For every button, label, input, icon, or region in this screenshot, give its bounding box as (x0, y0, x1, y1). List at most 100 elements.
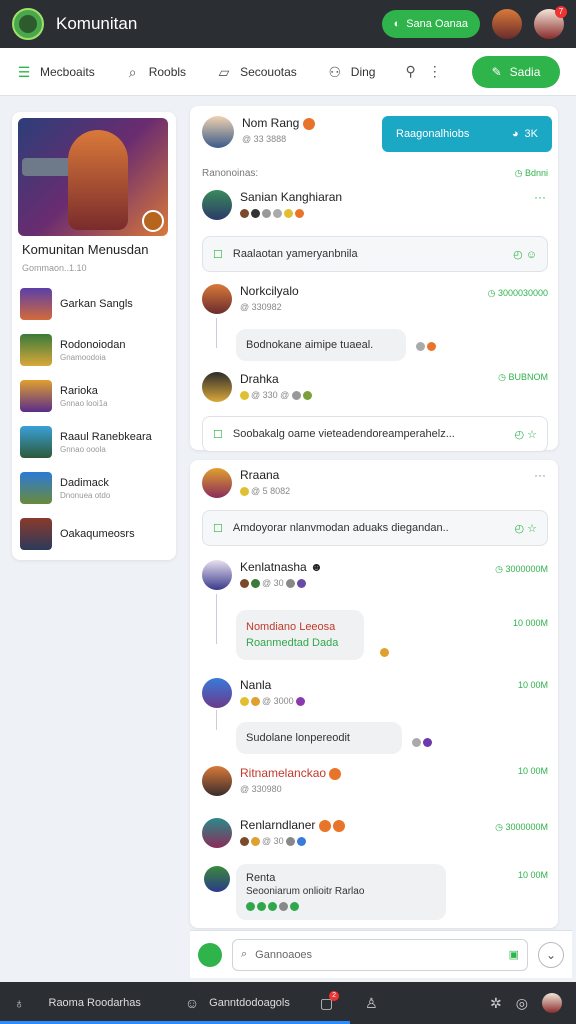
post-preview-box[interactable]: ☐ Soobakalg oame vieteadendoreamperahelz… (202, 416, 548, 452)
commenter-meta-text: @ 330980 (240, 784, 282, 794)
chat-icon: ♁ (14, 995, 25, 1011)
more-icon[interactable]: ··· (534, 190, 546, 204)
checkbox-icon: ☐ (213, 248, 223, 261)
toolbar: ☰ Mecboaits ⌕ Roobls ▱ Secouotas ⚇ Ding … (0, 48, 576, 96)
post-preview-text: Raalaotan yameryanbnila (232, 248, 358, 260)
create-button-label: Sadia (509, 64, 541, 79)
comment-bubble[interactable]: Renta Seooniarum onlioitr Rarlao (236, 864, 446, 920)
toolbar-item-menu[interactable]: ☰ Mecboaits (16, 64, 95, 80)
toolbar-item-search[interactable]: ⌕ Roobls (125, 64, 186, 80)
commenter-avatar[interactable] (202, 284, 232, 314)
toolbar-item-label: Ding (350, 64, 376, 79)
community-banner-image[interactable] (18, 118, 168, 236)
section-tag-label: Bdnni (524, 168, 548, 178)
commenter-avatar[interactable] (202, 190, 232, 220)
time-tag: ◷ 3000000M (495, 564, 548, 574)
menu-icon: ☰ (17, 63, 31, 80)
share-icon: ◴ ☺ (513, 248, 537, 261)
author-name[interactable]: Rraana (240, 468, 290, 482)
sidebar-item-thumbnail (20, 426, 52, 458)
commenter-avatar[interactable] (202, 560, 232, 590)
sidebar-item-sub: Gnamoodoia (60, 352, 106, 362)
post-preview-box[interactable]: ☐ Raalaotan yameryanbnila ◴ ☺ (202, 236, 548, 272)
commenter-meta-text: @ 3000 (262, 696, 294, 706)
compass-icon[interactable]: ◎ (516, 995, 528, 1012)
commenter-meta: @ 330 @ (240, 390, 314, 401)
sidebar-item[interactable]: Oakaqumeosrs (12, 511, 176, 557)
more-icon[interactable]: ⋮ (428, 63, 442, 80)
commenter-avatar[interactable] (202, 678, 232, 708)
app-logo[interactable] (12, 8, 44, 40)
sidebar-item-sub: Dnonuea otdo (60, 490, 111, 500)
composer-avatar[interactable] (198, 942, 222, 967)
comment-bubble[interactable]: Sudolane lonpereodit (236, 722, 402, 754)
top-bar: Komunitan ◐ Sana Oanaa 7 (0, 0, 576, 48)
gif-icon[interactable]: ▣ (509, 948, 519, 961)
section-tag[interactable]: ◷ Bdnni (515, 168, 548, 179)
commenter-avatar[interactable] (202, 372, 232, 402)
commenter-name[interactable]: Sanian Kanghiaran (240, 190, 342, 204)
comment-bubble[interactable]: Bodnokane aimipe tuaeal. (236, 329, 406, 361)
comment-text: Bodnokane aimipe tuaeal. (246, 339, 374, 351)
share-icon: ◴ ☆ (514, 428, 537, 441)
commenter-name[interactable]: Kenlatnasha (240, 560, 307, 574)
toolbar-item-people[interactable]: ⚇ Ding (327, 64, 376, 80)
commenter-name[interactable]: Ritnamelanckao (240, 766, 326, 780)
emoji-icon: ☻ (310, 560, 323, 574)
sidebar-item-sub: Gnnao looi1a (60, 398, 108, 408)
mic-icon[interactable]: ⌄ (538, 941, 564, 968)
commenter-name[interactable]: Nanla (240, 678, 307, 692)
notification-badge: 7 (555, 6, 567, 18)
user-avatar[interactable]: 7 (534, 6, 567, 39)
commenter-avatar[interactable] (202, 818, 232, 848)
verified-badge-icon (302, 117, 315, 130)
comment-input[interactable]: ⌕ Gannoaoes ▣ (232, 938, 528, 971)
toolbar-item-label: Roobls (148, 64, 187, 79)
sidebar-item[interactable]: Garkan Sangls (12, 281, 176, 327)
sidebar-item-thumbnail (20, 518, 52, 550)
commenter-name[interactable]: Drahka (240, 372, 314, 386)
community-subtitle: Gommaon..1.10 (22, 263, 87, 273)
search-icon: ⌕ (128, 63, 137, 80)
search-icon: ⌕ (241, 948, 248, 960)
section-label: Ranonoinas: (202, 168, 259, 179)
author-avatar[interactable] (202, 468, 232, 498)
post-card: Rraana @ 5 8082 ··· ☐ Amdoyorar nlanvmod… (190, 460, 558, 928)
sidebar-item[interactable]: Raaul Ranebkeara Gnnao ooola (12, 419, 176, 465)
bottom-bar: ♁ Raoma Roodarhas ☺ Ganntdodoagols ▢ 2 ♙ … (0, 982, 576, 1024)
sidebar-item[interactable]: Rodonoiodan Gnamoodoia (12, 327, 176, 373)
sidebar-item[interactable]: Dadimack Dnonuea otdo (12, 465, 176, 511)
clock-icon: ◷ (514, 168, 525, 178)
create-button[interactable]: ✎ Sadia (472, 55, 560, 88)
user-avatar[interactable] (542, 993, 562, 1013)
profile-avatar[interactable] (492, 9, 522, 39)
reactions-banner[interactable]: Raagonalhiobs ◕ 3K (382, 116, 552, 152)
pin-icon[interactable]: ⚲ (405, 63, 415, 80)
author-avatar[interactable] (202, 116, 234, 148)
more-icon[interactable]: ··· (534, 468, 546, 482)
comment-line-1: Renta (246, 871, 276, 884)
inbox-icon[interactable]: ▢ 2 (320, 990, 340, 1012)
comment-input-placeholder: Gannoaoes (255, 948, 313, 961)
bottom-item-middle[interactable]: ☺ Ganntdodoagols (185, 995, 290, 1011)
status-pill-button[interactable]: ◐ Sana Oanaa (381, 10, 480, 38)
commenter-avatar[interactable] (202, 766, 232, 796)
toolbar-item-bag[interactable]: ▱ Secouotas (216, 64, 297, 80)
reaction-icons (412, 734, 434, 752)
commenter-name[interactable]: Norkcilyalo (240, 284, 299, 298)
reply-avatar[interactable] (204, 866, 230, 892)
author-name[interactable]: Nom Rang (242, 116, 299, 130)
commenter-name[interactable]: Renlarndlaner (240, 818, 315, 832)
bottom-item-left[interactable]: ♁ Raoma Roodarhas (14, 995, 141, 1011)
timestamp: 10 00M (517, 870, 548, 880)
commenter-meta-text: @ 30 (262, 836, 284, 846)
sidebar-item-label: Rarioka (60, 384, 98, 397)
settings-icon[interactable]: ✲ (490, 995, 502, 1012)
post-preview-box[interactable]: ☐ Amdoyorar nlanvmodan aduaks diegandan.… (202, 510, 548, 546)
person-icon[interactable]: ♙ (365, 995, 378, 1012)
verified-badge-icon (329, 767, 342, 780)
comment-bubble[interactable]: Nomdiano Leeosa Roanmedtad Dada (236, 610, 364, 660)
sidebar-item[interactable]: Rarioka Gnnao looi1a (12, 373, 176, 419)
timestamp: 10 00M (517, 680, 548, 690)
app-title: Komunitan (56, 14, 138, 33)
